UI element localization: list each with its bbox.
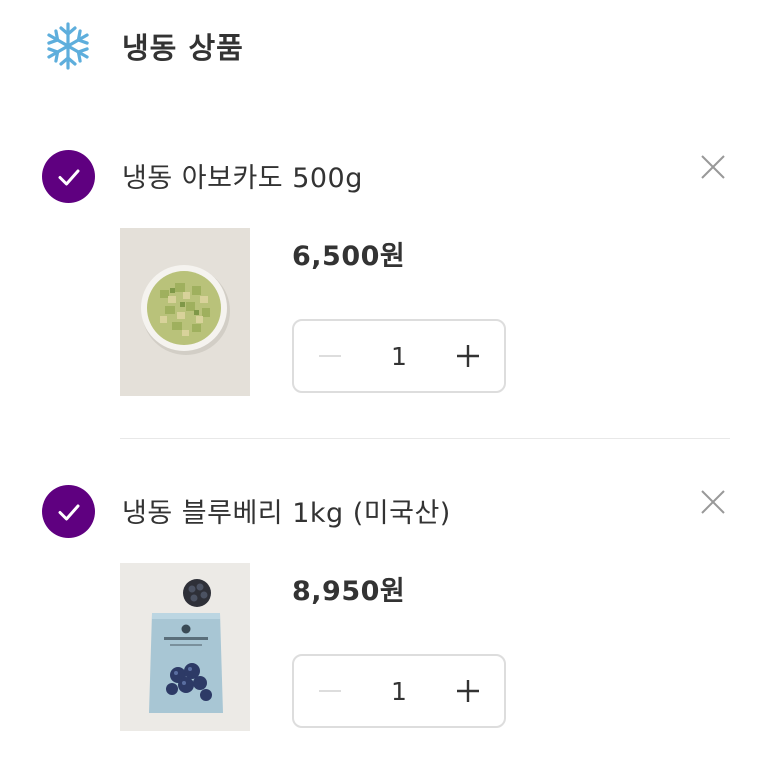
quantity-value: 1 bbox=[391, 676, 407, 706]
frozen-blueberry-bag-image bbox=[120, 563, 250, 731]
close-icon bbox=[701, 490, 725, 514]
snowflake-icon bbox=[47, 22, 89, 70]
checkmark-icon bbox=[58, 504, 79, 520]
item-select-checkbox[interactable] bbox=[42, 150, 95, 203]
cart-item: 냉동 블루베리 1kg (미국산) 8,950원 1 bbox=[0, 473, 773, 773]
item-divider bbox=[120, 438, 730, 439]
plus-icon bbox=[457, 680, 479, 702]
cart-page: 냉동 상품 냉동 아보카도 500g 6,500원 1 냉동 블루베리 1kg … bbox=[0, 0, 773, 773]
section-title: 냉동 상품 bbox=[122, 31, 244, 65]
increase-quantity-button[interactable] bbox=[432, 321, 504, 391]
decrease-quantity-button[interactable] bbox=[294, 656, 366, 726]
item-select-checkbox[interactable] bbox=[42, 485, 95, 538]
quantity-stepper: 1 bbox=[292, 319, 506, 393]
frozen-avocado-bowl-image bbox=[120, 228, 250, 396]
quantity-stepper: 1 bbox=[292, 654, 506, 728]
remove-item-button[interactable] bbox=[696, 485, 730, 519]
checkmark-icon bbox=[58, 169, 79, 185]
minus-icon bbox=[319, 355, 341, 357]
item-name: 냉동 블루베리 1kg (미국산) bbox=[122, 498, 451, 529]
plus-icon bbox=[457, 345, 479, 367]
quantity-value: 1 bbox=[391, 341, 407, 371]
item-price: 6,500원 bbox=[292, 241, 406, 272]
frozen-section-header: 냉동 상품 bbox=[42, 18, 244, 74]
product-thumbnail[interactable] bbox=[120, 563, 250, 731]
item-price: 8,950원 bbox=[292, 576, 406, 607]
item-name: 냉동 아보카도 500g bbox=[122, 163, 363, 194]
product-thumbnail[interactable] bbox=[120, 228, 250, 396]
minus-icon bbox=[319, 690, 341, 692]
remove-item-button[interactable] bbox=[696, 150, 730, 184]
close-icon bbox=[701, 155, 725, 179]
cart-item: 냉동 아보카도 500g 6,500원 1 bbox=[0, 138, 773, 468]
decrease-quantity-button[interactable] bbox=[294, 321, 366, 391]
increase-quantity-button[interactable] bbox=[432, 656, 504, 726]
